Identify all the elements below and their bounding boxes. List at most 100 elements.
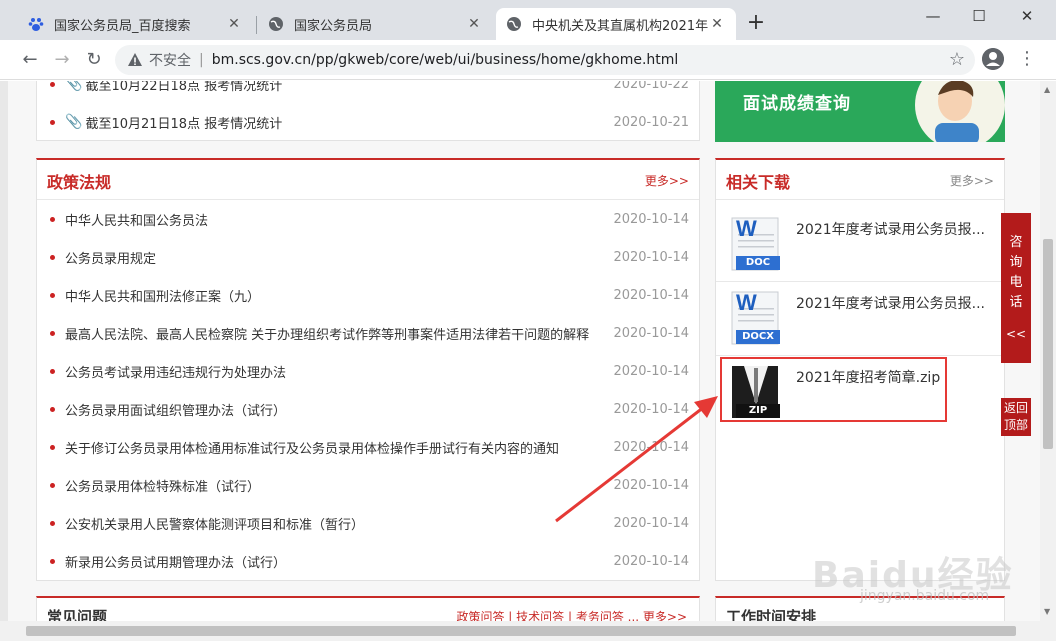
policy-item-title[interactable]: 关于修订公务员录用体检通用标准试行及公务员录用体检操作手册试行有关内容的通知 [65,438,599,457]
policy-more-link[interactable]: 更多>> [645,172,689,189]
horizontal-scroll-thumb[interactable] [26,626,1016,636]
bullet-icon [50,444,55,450]
policy-item-title[interactable]: 最高人民法院、最高人民检察院 关于办理组织考试作弊等刑事案件适用法律若干问题的解… [65,324,599,343]
policy-item-date: 2020-10-14 [613,553,689,569]
forward-arrow-icon[interactable]: → [50,48,74,72]
close-window-button[interactable]: ✕ [1004,4,1050,28]
policy-item-date: 2020-10-14 [613,401,689,417]
collapse-sidebar-button[interactable]: << [1001,327,1031,341]
back-to-top-label: 顶部 [1003,418,1028,432]
list-item[interactable]: 关于修订公务员录用体检通用标准试行及公务员录用体检操作手册试行有关内容的通知 2… [37,428,699,466]
policy-item-title[interactable]: 新录用公务员试用期管理办法（试行） [65,552,599,571]
bullet-icon [50,254,55,260]
list-item[interactable]: 公安机关录用人民警察体能测评项目和标准（暂行） 2020-10-14 [37,504,699,542]
url-separator: | [199,52,204,68]
policy-title: 政策法规 [47,173,112,192]
tab-close-icon[interactable]: ✕ [465,16,483,32]
policy-panel: 政策法规 更多>> 中华人民共和国公务员法 2020-10-14 公务员录用规定… [36,158,700,581]
policy-item-date: 2020-10-14 [613,287,689,303]
bullet-icon [50,482,55,488]
policy-item-title[interactable]: 中华人民共和国公务员法 [65,210,599,229]
scroll-down-arrow-icon[interactable]: ▼ [1044,607,1052,616]
attachment-icon: 📎 [65,114,83,130]
back-to-top-button[interactable]: 返回 顶部 [1001,398,1031,436]
highlight-annotation-box [720,357,947,422]
tab-baidu-search[interactable]: 国家公务员局_百度搜索 ✕ [18,8,253,40]
svg-text:W: W [736,290,757,315]
vertical-scroll-thumb[interactable] [1043,239,1053,449]
tab-title: 国家公务员局_百度搜索 [54,18,191,34]
cartoon-person-icon [915,81,1005,142]
download-file-name[interactable]: 2021年度考试录用公务员报... [796,219,985,239]
policy-item-title[interactable]: 中华人民共和国刑法修正案（九） [65,286,599,305]
faq-panel: 常见问题 政策问答 | 技术问答 | 考务问答 ... 更多>> [36,596,700,621]
policy-item-title[interactable]: 公安机关录用人民警察体能测评项目和标准（暂行） [65,514,599,533]
bullet-icon [50,558,55,564]
list-item[interactable]: 中华人民共和国刑法修正案（九） 2020-10-14 [37,276,699,314]
consult-char: 询 [1009,255,1023,270]
faq-title: 常见问题 [47,608,108,621]
back-arrow-icon[interactable]: ← [18,48,42,72]
list-item[interactable]: 公务员录用规定 2020-10-14 [37,238,699,276]
bullet-icon [50,406,55,412]
tab-close-icon[interactable]: ✕ [708,16,726,32]
policy-item-date: 2020-10-14 [613,211,689,227]
download-file-name[interactable]: 2021年度考试录用公务员报... [796,293,985,313]
bookmark-star-icon[interactable]: ☆ [949,49,965,70]
consult-phone-sidebar[interactable]: 咨 询 电 话 << [1001,213,1031,363]
list-item[interactable]: 公务员考试录用违纪违规行为处理办法 2020-10-14 [37,352,699,390]
policy-item-title[interactable]: 公务员录用规定 [65,248,599,267]
news-title[interactable]: 截至10月22日18点 报考情况统计 [85,81,599,94]
back-to-top-label: 返回 [1003,401,1028,415]
downloads-title: 相关下载 [726,173,791,192]
page-left-edge [0,81,8,621]
svg-text:W: W [736,216,757,241]
policy-panel-header: 政策法规 更多>> [37,160,699,200]
baidu-watermark-url: jingyan.baidu.com [860,588,990,604]
policy-item-date: 2020-10-14 [613,439,689,455]
download-item[interactable]: W DOC 2021年度考试录用公务员报... [716,208,1004,282]
bullet-icon [50,119,55,125]
new-tab-button[interactable]: + [744,12,768,36]
interview-score-banner[interactable]: 面试成绩查询 [715,81,1005,142]
work-schedule-title: 工作时间安排 [726,608,817,621]
insecure-label: 不安全 [149,53,191,69]
attachment-icon: 📎 [65,81,83,92]
policy-item-title[interactable]: 公务员录用体检特殊标准（试行） [65,476,599,495]
minimize-button[interactable]: — [910,4,956,28]
consult-char: 话 [1009,295,1023,310]
faq-links[interactable]: 政策问答 | 技术问答 | 考务问答 ... 更多>> [456,608,687,621]
policy-item-title[interactable]: 公务员录用面试组织管理办法（试行） [65,400,599,419]
tab-scs[interactable]: 国家公务员局 ✕ [258,8,493,40]
list-item[interactable]: 新录用公务员试用期管理办法（试行） 2020-10-14 [37,542,699,580]
tab-title: 国家公务员局 [294,18,373,34]
tab-close-icon[interactable]: ✕ [225,16,243,32]
tab-title: 中央机关及其直属机构2021年度 [532,18,708,34]
maximize-button[interactable]: ☐ [956,4,1002,28]
list-item[interactable]: 中华人民共和国公务员法 2020-10-14 [37,200,699,238]
downloads-more-link[interactable]: 更多>> [950,172,994,189]
scroll-up-arrow-icon[interactable]: ▲ [1044,85,1052,94]
url-text[interactable]: bm.scs.gov.cn/pp/gkweb/core/web/ui/busin… [212,52,679,68]
horizontal-scrollbar[interactable] [0,621,1056,641]
browser-menu-icon[interactable]: ⋮ [1018,48,1036,72]
page-viewport: 📎 截至10月22日18点 报考情况统计 2020-10-22 📎 截至10月2… [0,81,1040,621]
profile-avatar-icon[interactable] [982,48,1004,70]
consult-char: 电 [1009,275,1023,290]
bullet-icon [50,520,55,526]
list-item[interactable]: 公务员录用面试组织管理办法（试行） 2020-10-14 [37,390,699,428]
download-item[interactable]: W DOCX 2021年度考试录用公务员报... [716,282,1004,356]
policy-item-title[interactable]: 公务员考试录用违纪违规行为处理办法 [65,362,599,381]
news-title[interactable]: 截至10月21日18点 报考情况统计 [85,113,599,132]
address-bar[interactable]: 不安全 | bm.scs.gov.cn/pp/gkweb/core/web/ui… [115,45,975,75]
list-item[interactable]: 公务员录用体检特殊标准（试行） 2020-10-14 [37,466,699,504]
downloads-panel-header: 相关下载 更多>> [716,160,1004,200]
bullet-icon [50,81,55,87]
reload-icon[interactable]: ↻ [82,48,106,72]
list-item[interactable]: 最高人民法院、最高人民检察院 关于办理组织考试作弊等刑事案件适用法律若干问题的解… [37,314,699,352]
browser-toolbar: ← → ↻ 不安全 | bm.scs.gov.cn/pp/gkweb/core/… [0,40,1056,80]
list-item[interactable]: 📎 截至10月22日18点 报考情况统计 2020-10-22 [37,81,699,103]
list-item[interactable]: 📎 截至10月21日18点 报考情况统计 2020-10-21 [37,103,699,141]
vertical-scrollbar[interactable]: ▲ ▼ [1040,81,1056,621]
tab-central-organs[interactable]: 中央机关及其直属机构2021年度 ✕ [496,8,736,40]
